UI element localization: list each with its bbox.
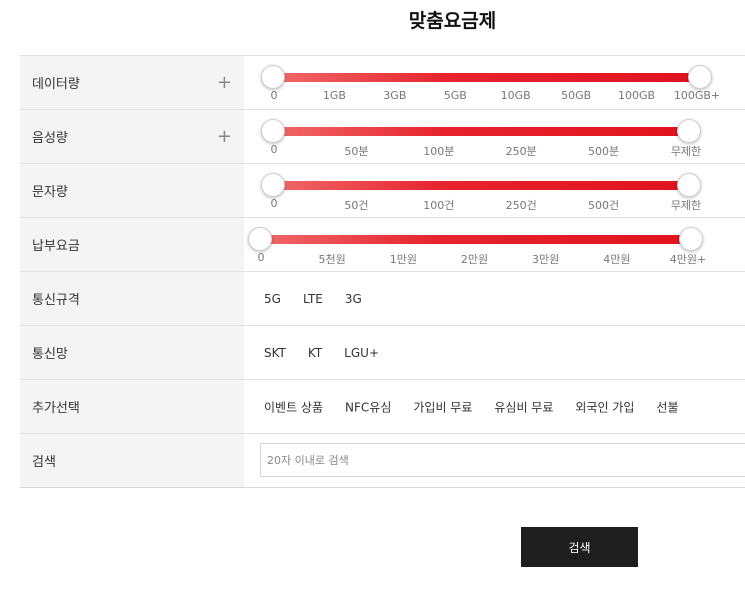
row-extra-options: 추가선택 이벤트 상품 NFC유심 가입비 무료 유심비 무료 외국인 가입 선… bbox=[20, 380, 745, 434]
slider-tick-label: 무제한 bbox=[670, 199, 702, 212]
search-cell bbox=[244, 434, 745, 487]
filter-table: 데이터량 + 0 1GB 3GB 5GB 10GB 50GB 100GB 100GB+ 음성량… bbox=[20, 55, 745, 488]
slider-tick-label: 100GB bbox=[618, 89, 656, 102]
slider-tick-label: 5GB bbox=[443, 89, 467, 102]
data-amount-slider: 0 1GB 3GB 5GB 10GB 50GB 100GB 100GB+ bbox=[244, 56, 745, 109]
label-cell: 데이터량 + bbox=[20, 56, 244, 109]
slider-tick-label: 0 bbox=[270, 197, 278, 210]
slider-tick-label: 500분 bbox=[588, 145, 620, 158]
slider-tick-label: 50GB bbox=[561, 89, 592, 102]
slider-track[interactable] bbox=[272, 73, 705, 82]
row-sms-amount: 문자량 0 50건 100건 250건 500건 무제한 bbox=[20, 164, 745, 218]
plus-icon[interactable]: + bbox=[217, 127, 232, 146]
option-lte[interactable]: LTE bbox=[303, 292, 323, 306]
label-cell: 문자량 bbox=[20, 164, 244, 217]
slider-min-handle[interactable] bbox=[261, 65, 285, 89]
slider-track[interactable] bbox=[259, 235, 696, 244]
row-label: 데이터량 bbox=[32, 77, 80, 92]
plus-icon[interactable]: + bbox=[217, 73, 232, 92]
option-lgu[interactable]: LGU+ bbox=[344, 346, 379, 360]
slider-max-handle[interactable] bbox=[677, 173, 701, 197]
slider-tick-label: 100분 bbox=[423, 145, 455, 158]
row-network-type: 통신규격 5G LTE 3G bbox=[20, 272, 745, 326]
row-label: 통신규격 bbox=[32, 293, 80, 308]
slider-track[interactable] bbox=[272, 127, 694, 136]
extra-options: 이벤트 상품 NFC유심 가입비 무료 유심비 무료 외국인 가입 선불 bbox=[264, 398, 701, 415]
slider-tick-label: 250분 bbox=[505, 145, 537, 158]
carrier-options-cell: SKT KT LGU+ bbox=[244, 326, 745, 379]
row-search: 검색 bbox=[20, 434, 745, 488]
row-label: 추가선택 bbox=[32, 401, 80, 416]
slider-tick-label: 100GB+ bbox=[673, 89, 721, 102]
monthly-fee-slider: 0 5천원 1만원 2만원 3만원 4만원 4만원+ bbox=[244, 218, 745, 271]
slider-min-handle[interactable] bbox=[248, 227, 272, 251]
option-5g[interactable]: 5G bbox=[264, 292, 281, 306]
slider-tick-label: 10GB bbox=[500, 89, 531, 102]
slider-tick-label: 50분 bbox=[344, 145, 369, 158]
slider-tick-label: 50건 bbox=[344, 199, 369, 212]
option-foreigner-signup[interactable]: 외국인 가입 bbox=[575, 398, 634, 415]
slider-min-handle[interactable] bbox=[261, 173, 285, 197]
option-skt[interactable]: SKT bbox=[264, 346, 286, 360]
network-type-options-cell: 5G LTE 3G bbox=[244, 272, 745, 325]
option-prepaid[interactable]: 선불 bbox=[656, 398, 678, 415]
option-kt[interactable]: KT bbox=[308, 346, 322, 360]
slider-max-handle[interactable] bbox=[688, 65, 712, 89]
search-box bbox=[260, 443, 745, 477]
option-event-product[interactable]: 이벤트 상품 bbox=[264, 398, 323, 415]
slider-tick-label: 무제한 bbox=[670, 145, 702, 158]
slider-tick-label: 500건 bbox=[588, 199, 620, 212]
label-cell: 추가선택 bbox=[20, 380, 244, 433]
slider-tick-label: 0 bbox=[270, 143, 278, 156]
page-title: 맞춤요금제 bbox=[408, 10, 497, 32]
row-label: 검색 bbox=[32, 455, 56, 470]
search-button[interactable]: 검색 bbox=[521, 527, 638, 567]
slider-max-handle[interactable] bbox=[679, 227, 703, 251]
slider-tick-label: 1만원 bbox=[389, 253, 417, 266]
option-nfc-usim[interactable]: NFC유심 bbox=[345, 398, 391, 415]
row-label: 문자량 bbox=[32, 185, 68, 200]
slider-tick-label: 0 bbox=[257, 251, 265, 264]
option-free-usim[interactable]: 유심비 무료 bbox=[494, 398, 553, 415]
label-cell: 음성량 + bbox=[20, 110, 244, 163]
slider-tick-label: 5천원 bbox=[318, 253, 346, 266]
option-free-signup[interactable]: 가입비 무료 bbox=[413, 398, 472, 415]
slider-tick-label: 4만원 bbox=[603, 253, 631, 266]
slider-tick-label: 4만원+ bbox=[669, 253, 707, 266]
search-input[interactable] bbox=[261, 444, 745, 476]
label-cell: 통신규격 bbox=[20, 272, 244, 325]
slider-tick-label: 3만원 bbox=[532, 253, 560, 266]
row-label: 납부요금 bbox=[32, 239, 80, 254]
slider-min-handle[interactable] bbox=[261, 119, 285, 143]
row-monthly-fee: 납부요금 0 5천원 1만원 2만원 3만원 4만원 4만원+ bbox=[20, 218, 745, 272]
slider-tick-label: 250건 bbox=[505, 199, 537, 212]
row-voice-amount: 음성량 + 0 50분 100분 250분 500분 무제한 bbox=[20, 110, 745, 164]
extra-options-cell: 이벤트 상품 NFC유심 가입비 무료 유심비 무료 외국인 가입 선불 bbox=[244, 380, 745, 433]
network-type-options: 5G LTE 3G bbox=[264, 292, 384, 306]
slider-tick-label: 100건 bbox=[423, 199, 455, 212]
slider-track[interactable] bbox=[272, 181, 694, 190]
row-carrier: 통신망 SKT KT LGU+ bbox=[20, 326, 745, 380]
carrier-options: SKT KT LGU+ bbox=[264, 346, 401, 360]
label-cell: 검색 bbox=[20, 434, 244, 487]
row-data-amount: 데이터량 + 0 1GB 3GB 5GB 10GB 50GB 100GB 100GB+ bbox=[20, 56, 745, 110]
sms-amount-slider: 0 50건 100건 250건 500건 무제한 bbox=[244, 164, 745, 217]
label-cell: 납부요금 bbox=[20, 218, 244, 271]
row-label: 음성량 bbox=[32, 131, 68, 146]
option-3g[interactable]: 3G bbox=[345, 292, 362, 306]
slider-tick-label: 1GB bbox=[322, 89, 346, 102]
slider-tick-label: 0 bbox=[270, 89, 278, 102]
slider-max-handle[interactable] bbox=[677, 119, 701, 143]
slider-tick-label: 3GB bbox=[383, 89, 407, 102]
row-label: 통신망 bbox=[32, 347, 68, 362]
label-cell: 통신망 bbox=[20, 326, 244, 379]
voice-amount-slider: 0 50분 100분 250분 500분 무제한 bbox=[244, 110, 745, 163]
slider-tick-label: 2만원 bbox=[460, 253, 489, 266]
